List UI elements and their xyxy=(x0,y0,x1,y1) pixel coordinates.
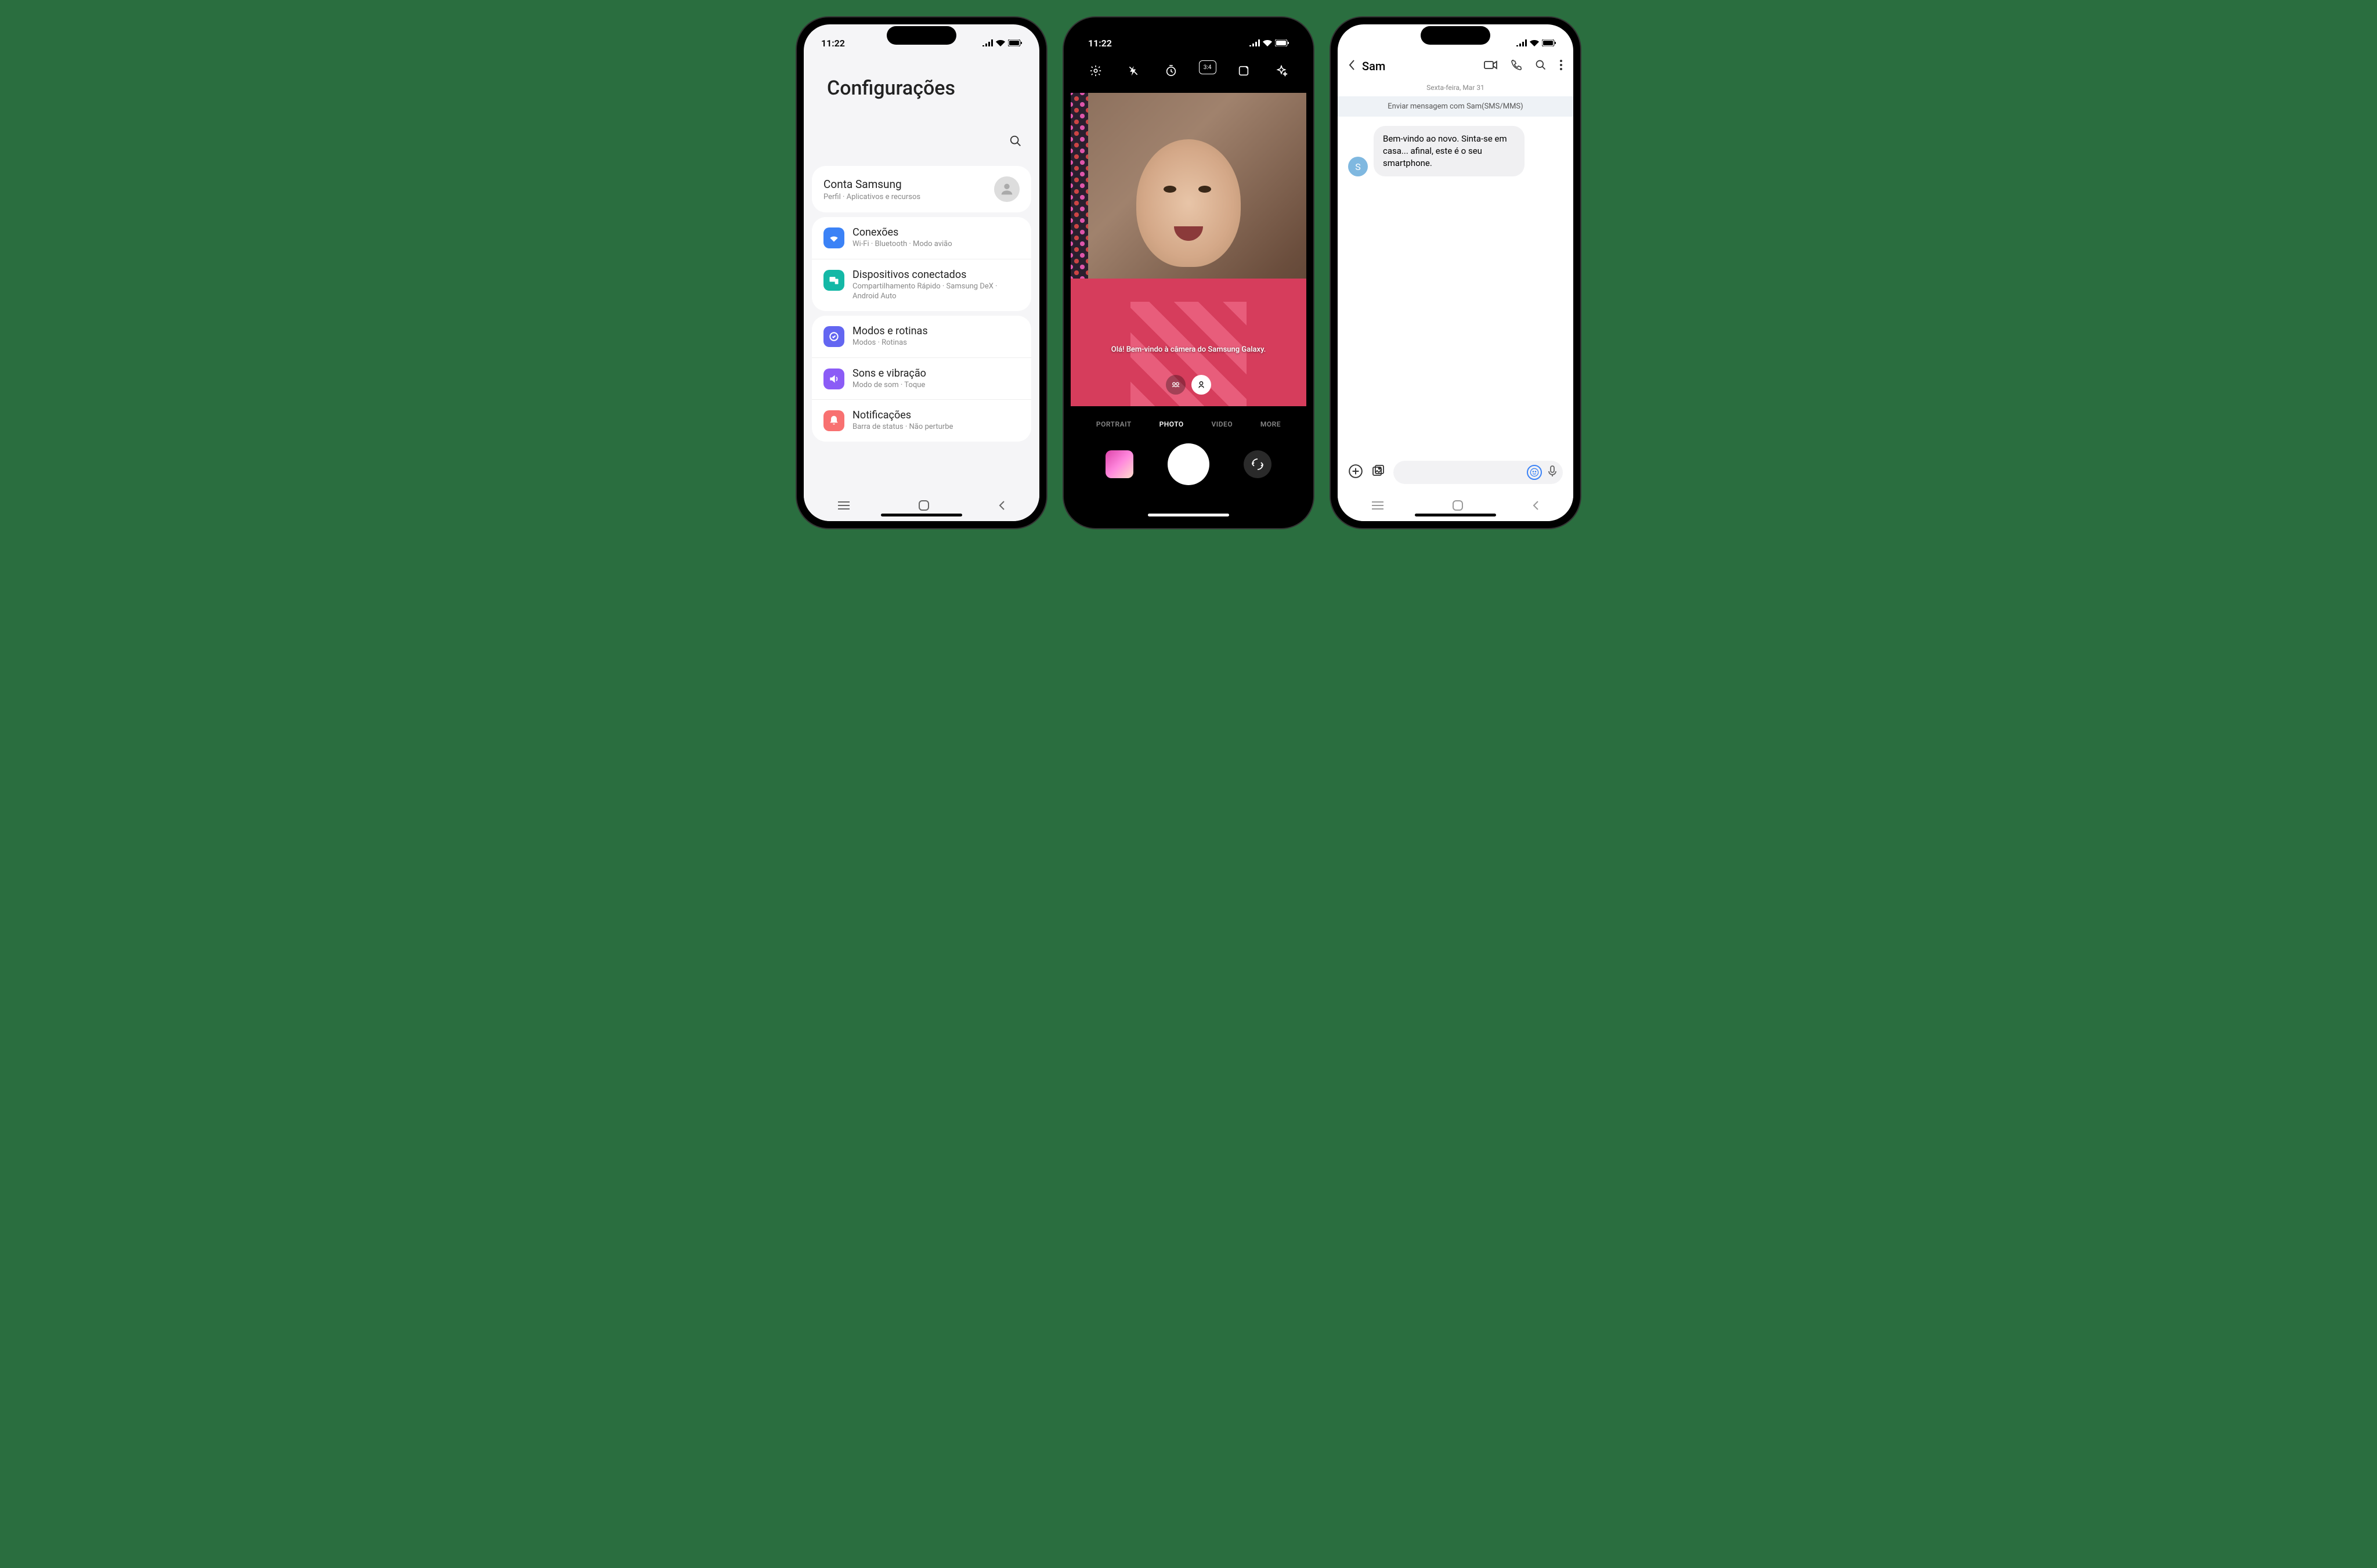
search-icon[interactable] xyxy=(1535,59,1547,73)
wifi-icon xyxy=(996,38,1005,49)
chat-banner: Enviar mensagem com Sam(SMS/MMS) xyxy=(1338,96,1573,117)
back-icon[interactable] xyxy=(1348,59,1355,73)
home-indicator xyxy=(1415,514,1496,516)
mode-portrait[interactable]: PORTRAIT xyxy=(1096,420,1132,428)
mic-icon[interactable] xyxy=(1548,465,1557,479)
sound-icon xyxy=(823,368,844,389)
camera-viewfinder[interactable]: Olá! Bem-vindo à câmera do Samsung Galax… xyxy=(1071,93,1306,406)
status-time: 11:22 xyxy=(1088,38,1112,49)
nav-bar xyxy=(804,492,1039,521)
camera-top-controls: 3:4 xyxy=(1071,53,1306,88)
messages-phone: Sam Sexta-feira, Mar 31 Enviar mensagem … xyxy=(1331,17,1580,528)
status-time: 11:22 xyxy=(821,38,845,49)
battery-icon xyxy=(1542,38,1556,49)
wifi-icon xyxy=(1530,38,1539,49)
viewfinder-caption: Olá! Bem-vindo à câmera do Samsung Galax… xyxy=(1111,345,1266,354)
settings-row-modos[interactable]: Modos e rotinas Modos · Rotinas xyxy=(812,316,1031,357)
message-avatar[interactable]: S xyxy=(1348,157,1368,176)
signal-icon xyxy=(1516,38,1527,49)
shutter-button[interactable] xyxy=(1168,443,1209,485)
devices-icon xyxy=(823,270,844,291)
settings-row-notif[interactable]: Notificações Barra de status · Não pertu… xyxy=(812,399,1031,442)
wifi-icon xyxy=(1263,38,1272,49)
zoom-normal-button[interactable] xyxy=(1191,375,1211,395)
home-indicator xyxy=(1148,514,1229,516)
home-button[interactable] xyxy=(1453,500,1463,513)
message-row: S Bem-vindo ao novo. Sinta-se em casa...… xyxy=(1338,117,1573,186)
avatar-icon xyxy=(994,176,1020,202)
notification-icon xyxy=(823,410,844,431)
page-title: Configurações xyxy=(804,53,1039,135)
account-subtitle: Perfil · Aplicativos e recursos xyxy=(823,193,920,201)
nav-bar xyxy=(1338,492,1573,521)
camera-flip-button[interactable] xyxy=(1244,450,1271,478)
notch xyxy=(1154,26,1223,45)
back-button[interactable] xyxy=(998,500,1005,513)
wifi-icon xyxy=(823,227,844,248)
settings-row-sons[interactable]: Sons e vibração Modo de som · Toque xyxy=(812,357,1031,400)
home-button[interactable] xyxy=(919,500,929,513)
input-row xyxy=(1338,455,1573,492)
signal-icon xyxy=(1249,38,1260,49)
settings-row-dispositivos[interactable]: Dispositivos conectados Compartilhamento… xyxy=(812,259,1031,311)
chat-date-label: Sexta-feira, Mar 31 xyxy=(1338,79,1573,96)
camera-phone: 11:22 3:4 Olá! Bem-vindo à xyxy=(1064,17,1313,528)
mode-more[interactable]: MORE xyxy=(1260,420,1281,428)
chat-contact-name[interactable]: Sam xyxy=(1362,59,1477,73)
video-call-icon[interactable] xyxy=(1484,60,1498,73)
filters-icon[interactable] xyxy=(1271,60,1292,81)
chat-header: Sam xyxy=(1338,53,1573,79)
search-icon[interactable] xyxy=(1009,135,1022,150)
back-button[interactable] xyxy=(1532,500,1539,513)
timer-icon[interactable] xyxy=(1161,60,1182,81)
signal-icon xyxy=(982,38,993,49)
message-input[interactable] xyxy=(1393,461,1563,484)
recents-button[interactable] xyxy=(1372,501,1383,512)
call-icon[interactable] xyxy=(1511,59,1522,73)
notch xyxy=(887,26,956,45)
add-button[interactable] xyxy=(1348,464,1363,481)
mode-photo[interactable]: PHOTO xyxy=(1159,420,1184,428)
message-bubble[interactable]: Bem-vindo ao novo. Sinta-se em casa... a… xyxy=(1374,126,1525,176)
gallery-icon[interactable] xyxy=(1371,464,1385,480)
account-title: Conta Samsung xyxy=(823,178,920,191)
aspect-ratio-button[interactable]: 3:4 xyxy=(1199,60,1216,74)
mode-video[interactable]: VIDEO xyxy=(1212,420,1233,428)
emoji-icon[interactable] xyxy=(1527,465,1542,480)
recents-button[interactable] xyxy=(838,501,850,512)
more-icon[interactable] xyxy=(1559,59,1563,73)
battery-icon xyxy=(1008,38,1022,49)
routines-icon xyxy=(823,326,844,347)
camera-modes: PORTRAIT PHOTO VIDEO MORE xyxy=(1071,411,1306,438)
settings-group-1: Conexões Wi-Fi · Bluetooth · Modo avião … xyxy=(812,217,1031,311)
zoom-wide-button[interactable] xyxy=(1166,375,1186,395)
settings-phone: 11:22 Configurações Conta Samsung Perfil… xyxy=(797,17,1046,528)
battery-icon xyxy=(1275,38,1289,49)
motion-photo-icon[interactable] xyxy=(1233,60,1254,81)
settings-group-2: Modos e rotinas Modos · Rotinas Sons e v… xyxy=(812,316,1031,442)
settings-row-conexoes[interactable]: Conexões Wi-Fi · Bluetooth · Modo avião xyxy=(812,217,1031,259)
settings-icon[interactable] xyxy=(1085,60,1106,81)
notch xyxy=(1421,26,1490,45)
account-card[interactable]: Conta Samsung Perfil · Aplicativos e rec… xyxy=(812,166,1031,212)
gallery-thumbnail[interactable] xyxy=(1106,450,1133,478)
flash-icon[interactable] xyxy=(1123,60,1144,81)
home-indicator xyxy=(881,514,962,516)
